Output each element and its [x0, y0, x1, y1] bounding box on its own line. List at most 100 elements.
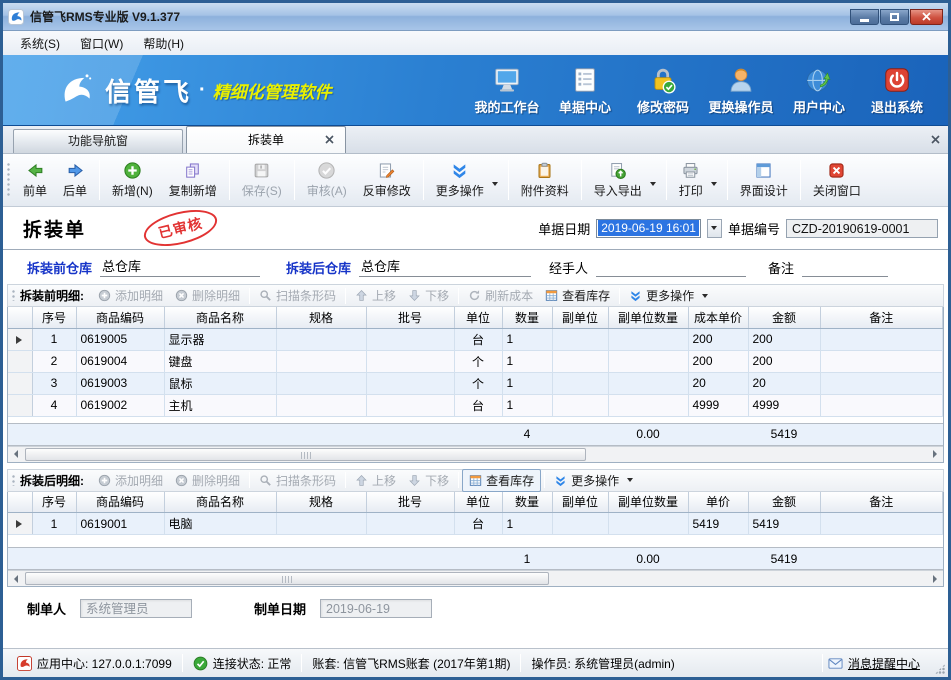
cell-qty[interactable]: 1 [502, 513, 552, 535]
scrollbar-thumb[interactable] [25, 572, 549, 585]
col-header[interactable]: 单位 [454, 307, 502, 328]
cell-amount[interactable]: 20 [748, 372, 820, 394]
nav-user-center[interactable]: 用户中心 [780, 61, 858, 120]
unaudit-edit-button[interactable]: 反审修改 [355, 158, 419, 202]
cell-amount[interactable]: 5419 [748, 513, 820, 535]
cell-batch[interactable] [366, 350, 454, 372]
menu-system[interactable]: 系统(S) [11, 32, 69, 55]
cell-amount[interactable]: 4999 [748, 394, 820, 416]
cell-spec[interactable] [276, 372, 366, 394]
cell-subqty[interactable] [608, 372, 688, 394]
cell-batch[interactable] [366, 394, 454, 416]
col-header[interactable]: 副单位数量 [608, 307, 688, 328]
cell-price[interactable]: 4999 [688, 394, 748, 416]
nav-my-workbench[interactable]: 我的工作台 [468, 61, 546, 120]
selector-header[interactable] [8, 307, 32, 328]
cell-subqty[interactable] [608, 513, 688, 535]
message-center-link[interactable]: 消息提醒中心 [812, 654, 930, 672]
col-header[interactable]: 批号 [366, 307, 454, 328]
col-header[interactable]: 副单位 [552, 307, 608, 328]
row-selector[interactable] [8, 372, 32, 394]
save-button[interactable]: 保存(S) [234, 158, 290, 202]
more-actions-button[interactable]: 更多操作 [428, 158, 504, 202]
add-detail-button[interactable]: 添加明细 [92, 285, 169, 306]
cell-qty[interactable]: 1 [502, 328, 552, 350]
col-header[interactable]: 单价 [688, 492, 748, 513]
nav-change-password[interactable]: 修改密码 [624, 61, 702, 120]
title-bar[interactable]: 信管飞RMS专业版 V9.1.377 [3, 3, 948, 31]
scan-barcode-button[interactable]: 扫描条形码 [253, 470, 342, 491]
row-selector[interactable] [8, 513, 32, 535]
cell-qty[interactable]: 1 [502, 372, 552, 394]
cell-batch[interactable] [366, 513, 454, 535]
col-header[interactable]: 数量 [502, 307, 552, 328]
cell-remark[interactable] [820, 372, 943, 394]
horizontal-scrollbar[interactable] [8, 446, 943, 462]
cell-qty[interactable]: 1 [502, 350, 552, 372]
refresh-cost-button[interactable]: 刷新成本 [462, 285, 539, 306]
cell-unit[interactable]: 台 [454, 513, 502, 535]
table-row[interactable]: 1 0619005 显示器 台 1 200 200 [8, 328, 943, 350]
cell-name[interactable]: 键盘 [164, 350, 276, 372]
cell-subunit[interactable] [552, 394, 608, 416]
col-header[interactable]: 批号 [366, 492, 454, 513]
post-warehouse-field[interactable]: 总仓库 [359, 258, 531, 277]
doc-date-input[interactable]: 2019-06-19 16:01 [596, 219, 701, 238]
cell-seq[interactable]: 3 [32, 372, 76, 394]
menu-help[interactable]: 帮助(H) [134, 32, 193, 55]
cell-batch[interactable] [366, 328, 454, 350]
close-button[interactable] [910, 9, 943, 25]
tab-close-icon[interactable] [324, 134, 335, 145]
nav-exit-system[interactable]: 退出系统 [858, 61, 936, 120]
cell-seq[interactable]: 2 [32, 350, 76, 372]
minimize-button[interactable] [850, 9, 879, 25]
cell-subunit[interactable] [552, 513, 608, 535]
col-header[interactable]: 成本单价 [688, 307, 748, 328]
col-header[interactable]: 序号 [32, 307, 76, 328]
cell-subunit[interactable] [552, 350, 608, 372]
col-header[interactable]: 商品编码 [76, 492, 164, 513]
cell-subqty[interactable] [608, 350, 688, 372]
col-header[interactable]: 副单位 [552, 492, 608, 513]
menu-window[interactable]: 窗口(W) [71, 32, 132, 55]
add-detail-button[interactable]: 添加明细 [92, 470, 169, 491]
cell-amount[interactable]: 200 [748, 328, 820, 350]
table-row[interactable]: 1 0619001 电脑 台 1 5419 5419 [8, 513, 943, 535]
horizontal-scrollbar[interactable] [8, 570, 943, 586]
add-new-button[interactable]: 新增(N) [104, 158, 161, 202]
cell-price[interactable]: 200 [688, 328, 748, 350]
doc-date-dropdown-button[interactable] [707, 219, 722, 238]
cell-code[interactable]: 0619004 [76, 350, 164, 372]
scroll-right-button[interactable] [927, 571, 943, 586]
attachments-button[interactable]: 附件资料 [513, 158, 577, 202]
cell-batch[interactable] [366, 372, 454, 394]
cell-name[interactable]: 鼠标 [164, 372, 276, 394]
move-down-button[interactable]: 下移 [402, 470, 455, 491]
nav-document-center[interactable]: 单据中心 [546, 61, 624, 120]
scroll-left-button[interactable] [8, 447, 24, 462]
make-date-field[interactable]: 2019-06-19 [320, 599, 432, 618]
tab-disassembly-doc[interactable]: 拆装单 [186, 126, 346, 153]
more-actions-button[interactable]: 更多操作 [548, 470, 639, 491]
tab-function-nav[interactable]: 功能导航窗 [13, 129, 183, 153]
row-selector[interactable] [8, 350, 32, 372]
col-header[interactable]: 商品名称 [164, 492, 276, 513]
cell-subqty[interactable] [608, 328, 688, 350]
cell-price[interactable]: 20 [688, 372, 748, 394]
col-header[interactable]: 副单位数量 [608, 492, 688, 513]
col-header[interactable]: 商品编码 [76, 307, 164, 328]
selector-header[interactable] [8, 492, 32, 513]
ui-design-button[interactable]: 界面设计 [732, 158, 796, 202]
col-header[interactable]: 规格 [276, 307, 366, 328]
cell-code[interactable]: 0619002 [76, 394, 164, 416]
move-up-button[interactable]: 上移 [349, 285, 402, 306]
col-header[interactable]: 数量 [502, 492, 552, 513]
close-window-button[interactable]: 关闭窗口 [805, 158, 869, 202]
cell-remark[interactable] [820, 350, 943, 372]
cell-remark[interactable] [820, 328, 943, 350]
col-header[interactable]: 规格 [276, 492, 366, 513]
maker-field[interactable]: 系统管理员 [80, 599, 192, 618]
tabstrip-close-icon[interactable] [930, 134, 941, 145]
remark-field[interactable] [802, 258, 888, 277]
cell-code[interactable]: 0619001 [76, 513, 164, 535]
